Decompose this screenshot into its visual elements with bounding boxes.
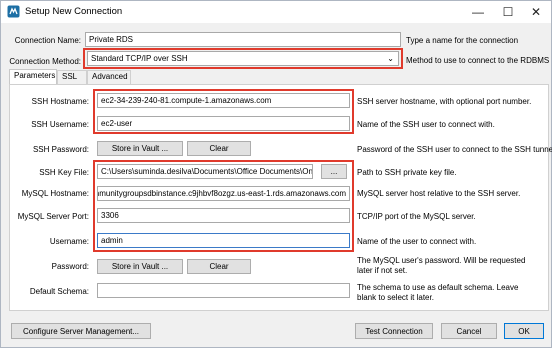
ssh-hostname-label: SSH Hostname: — [31, 97, 89, 106]
setup-new-connection-dialog: Setup New Connection — ☐ ✕ Connection Na… — [0, 0, 552, 348]
ssh-store-vault-button[interactable]: Store in Vault ... — [97, 141, 183, 156]
password-label: Password: — [51, 262, 89, 271]
mysql-workbench-icon — [7, 5, 20, 18]
mysql-hostname-label: MySQL Hostname: — [21, 189, 89, 198]
tab-parameters[interactable]: Parameters — [9, 69, 57, 84]
ssh-keyfile-label: SSH Key File: — [39, 168, 89, 177]
ssh-keyfile-desc: Path to SSH private key file. — [357, 168, 457, 177]
clear-password-button[interactable]: Clear — [187, 259, 251, 274]
username-label: Username: — [49, 237, 89, 246]
configure-server-management-button[interactable]: Configure Server Management... — [11, 323, 151, 339]
ssh-hostname-desc: SSH server hostname, with optional port … — [357, 97, 532, 106]
tab-ssl[interactable]: SSL — [57, 70, 87, 84]
password-desc: The MySQL user's password. Will be reque… — [357, 256, 525, 276]
password-desc-line2: later if not set. — [357, 266, 408, 275]
default-schema-label: Default Schema: — [29, 287, 89, 296]
ssh-username-desc: Name of the SSH user to connect with. — [357, 120, 495, 129]
cancel-button[interactable]: Cancel — [441, 323, 497, 339]
mysql-hostname-desc: MySQL server host relative to the SSH se… — [357, 189, 521, 198]
store-vault-button[interactable]: Store in Vault ... — [97, 259, 183, 274]
default-schema-desc-line1: The schema to use as default schema. Lea… — [357, 283, 519, 292]
tab-advanced[interactable]: Advanced — [87, 70, 131, 84]
connection-name-label: Connection Name: — [14, 36, 81, 45]
maximize-icon: ☐ — [502, 5, 514, 19]
maximize-button[interactable]: ☐ — [493, 1, 523, 23]
ssh-username-label: SSH Username: — [31, 120, 89, 129]
username-desc: Name of the user to connect with. — [357, 237, 477, 246]
ssh-password-desc: Password of the SSH user to connect to t… — [357, 145, 552, 154]
default-schema-desc: The schema to use as default schema. Lea… — [357, 283, 518, 303]
connection-name-input[interactable]: Private RDS — [85, 32, 401, 47]
default-schema-desc-line2: blank to select it later. — [357, 293, 434, 302]
minimize-button[interactable]: — — [463, 1, 493, 23]
mysql-port-label: MySQL Server Port: — [17, 212, 89, 221]
password-desc-line1: The MySQL user's password. Will be reque… — [357, 256, 526, 265]
connection-method-label: Connection Method: — [9, 57, 81, 66]
window-title: Setup New Connection — [25, 6, 123, 17]
title-bar: Setup New Connection — ☐ ✕ — [1, 1, 551, 23]
close-icon: ✕ — [530, 5, 542, 19]
mysql-connection-highlight — [93, 160, 354, 252]
default-schema-input[interactable] — [97, 283, 350, 298]
test-connection-button[interactable]: Test Connection — [355, 323, 433, 339]
close-button[interactable]: ✕ — [521, 1, 551, 23]
ssh-password-label: SSH Password: — [32, 145, 89, 154]
ssh-clear-button[interactable]: Clear — [187, 141, 251, 156]
connection-method-desc: Method to use to connect to the RDBMS — [406, 56, 550, 65]
ssh-credentials-highlight — [93, 89, 354, 134]
connection-name-desc: Type a name for the connection — [406, 36, 519, 45]
method-highlight — [83, 48, 403, 69]
mysql-port-desc: TCP/IP port of the MySQL server. — [357, 212, 476, 221]
ok-button[interactable]: OK — [504, 323, 544, 339]
minimize-icon: — — [472, 5, 484, 19]
